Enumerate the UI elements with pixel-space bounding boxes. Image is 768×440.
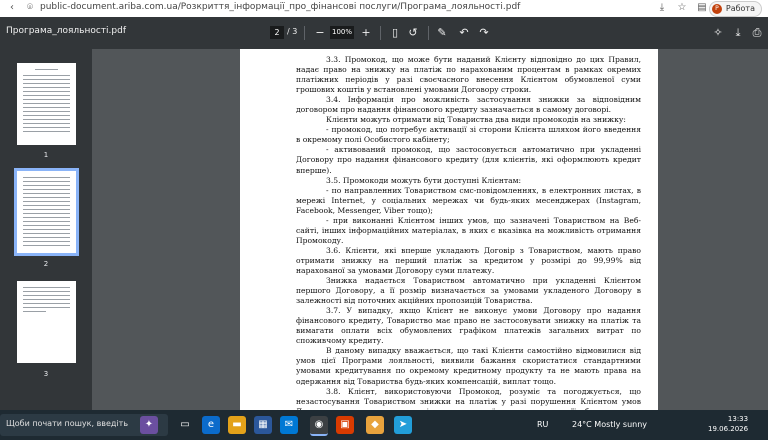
- paragraph: 3.3. Промокод, що може бути наданий Кліє…: [296, 55, 641, 95]
- paragraph: В даному випадку вважається, що такі Клі…: [296, 346, 641, 386]
- avatar: Р: [711, 4, 722, 14]
- weather-widget[interactable]: 24°C Mostly sunny: [572, 420, 647, 429]
- bookmark-star-icon[interactable]: ☆: [676, 2, 688, 14]
- file-explorer-icon[interactable]: ▬: [228, 416, 246, 434]
- copilot-icon[interactable]: ✦: [140, 416, 158, 434]
- page-thumbnail-3[interactable]: [17, 281, 76, 363]
- redo-icon[interactable]: ↷: [476, 25, 492, 41]
- paragraph: 3.5. Промокоди можуть бути доступні Кліє…: [326, 175, 522, 185]
- profile-button[interactable]: Р Работа: [708, 1, 762, 17]
- app-icon[interactable]: ◆: [366, 416, 384, 434]
- thumbnail-number: 3: [43, 370, 49, 378]
- paragraph: 3.7. У випадку, якщо Клієнт не виконує у…: [296, 306, 641, 346]
- paragraph: - при виконанні Клієнтом інших умов, що …: [296, 215, 641, 245]
- thumbnail-number: 2: [43, 260, 49, 268]
- document-text: 3.3. Промокод, що може бути наданий Кліє…: [296, 55, 641, 410]
- language-indicator[interactable]: RU: [537, 420, 548, 429]
- search-placeholder: Щоби почати пошук, введіть: [6, 419, 129, 428]
- office-icon[interactable]: ▣: [336, 416, 354, 434]
- task-view-icon[interactable]: ▭: [176, 416, 194, 434]
- paragraph: Знижка надається Товариством автоматично…: [296, 276, 641, 306]
- mail-icon[interactable]: ✉: [280, 416, 298, 434]
- page-thumbnail-1[interactable]: [17, 63, 76, 145]
- undo-icon[interactable]: ↶: [456, 25, 472, 41]
- ai-icon[interactable]: ✧: [710, 25, 726, 41]
- clock-date: 19.06.2026: [708, 425, 749, 433]
- zoom-input[interactable]: 100%: [330, 26, 354, 39]
- page-total: / 3: [287, 27, 298, 36]
- thumbnail-sidebar: 1 2 3: [0, 49, 92, 410]
- paragraph: - промокод, що потребує активації зі сто…: [296, 125, 641, 145]
- profile-label: Работа: [725, 4, 755, 13]
- site-info-icon[interactable]: ⌾: [24, 2, 36, 14]
- toolbar-divider: [428, 26, 429, 40]
- store-icon[interactable]: ▦: [254, 416, 272, 434]
- paragraph: 3.4. Інформація про можливість застосува…: [296, 95, 641, 115]
- paragraph: 3.6. Клієнти, які вперше укладають Догов…: [296, 245, 641, 275]
- print-icon[interactable]: ⎙: [749, 25, 765, 41]
- paragraph: Клієнти можуть отримати від Товариства д…: [326, 115, 626, 125]
- zoom-out-icon[interactable]: −: [312, 25, 328, 41]
- page-thumbnail-2[interactable]: [14, 168, 79, 256]
- back-icon[interactable]: ‹: [6, 2, 18, 14]
- paragraph: - по направленних Товариством смс-повідо…: [296, 185, 641, 215]
- paragraph: 3.8. Клієнт, використовуючи Промокод, ро…: [296, 386, 641, 410]
- system-clock[interactable]: 13:33 19.06.2026: [708, 414, 748, 434]
- page-number-input[interactable]: 2: [270, 26, 284, 39]
- pdf-toolbar: Програма_лояльності.pdf 2 / 3 − 100% + ▯…: [0, 17, 768, 49]
- annotate-icon[interactable]: ✎: [434, 25, 450, 41]
- rotate-icon[interactable]: ↺: [405, 25, 421, 41]
- install-app-icon[interactable]: ⤓: [656, 2, 668, 14]
- url-text[interactable]: public-document.ariba.com.ua/Розкриття_і…: [40, 2, 520, 12]
- paragraph: - активований промокод, що застосовуєтьс…: [296, 145, 641, 175]
- telegram-icon[interactable]: ➤: [394, 416, 412, 434]
- file-title: Програма_лояльності.pdf: [6, 26, 127, 36]
- taskbar: Щоби почати пошук, введіть ✦ ▭ e ▬ ▦ ✉ ◉…: [0, 410, 768, 440]
- pdf-page: 3.3. Промокод, що може бути наданий Кліє…: [240, 49, 658, 410]
- fit-page-icon[interactable]: ▯: [387, 25, 403, 41]
- thumbnail-number: 1: [43, 151, 49, 159]
- extensions-icon[interactable]: ▤: [696, 2, 708, 14]
- toolbar-divider: [380, 26, 381, 40]
- clock-time: 13:33: [727, 415, 749, 423]
- toolbar-divider: [304, 26, 305, 40]
- chrome-icon[interactable]: ◉: [310, 416, 328, 436]
- address-bar: ‹ ⌾ public-document.ariba.com.ua/Розкрит…: [0, 0, 768, 17]
- edge-icon[interactable]: e: [202, 416, 220, 434]
- download-icon[interactable]: ⤓: [730, 25, 746, 41]
- zoom-in-icon[interactable]: +: [358, 25, 374, 41]
